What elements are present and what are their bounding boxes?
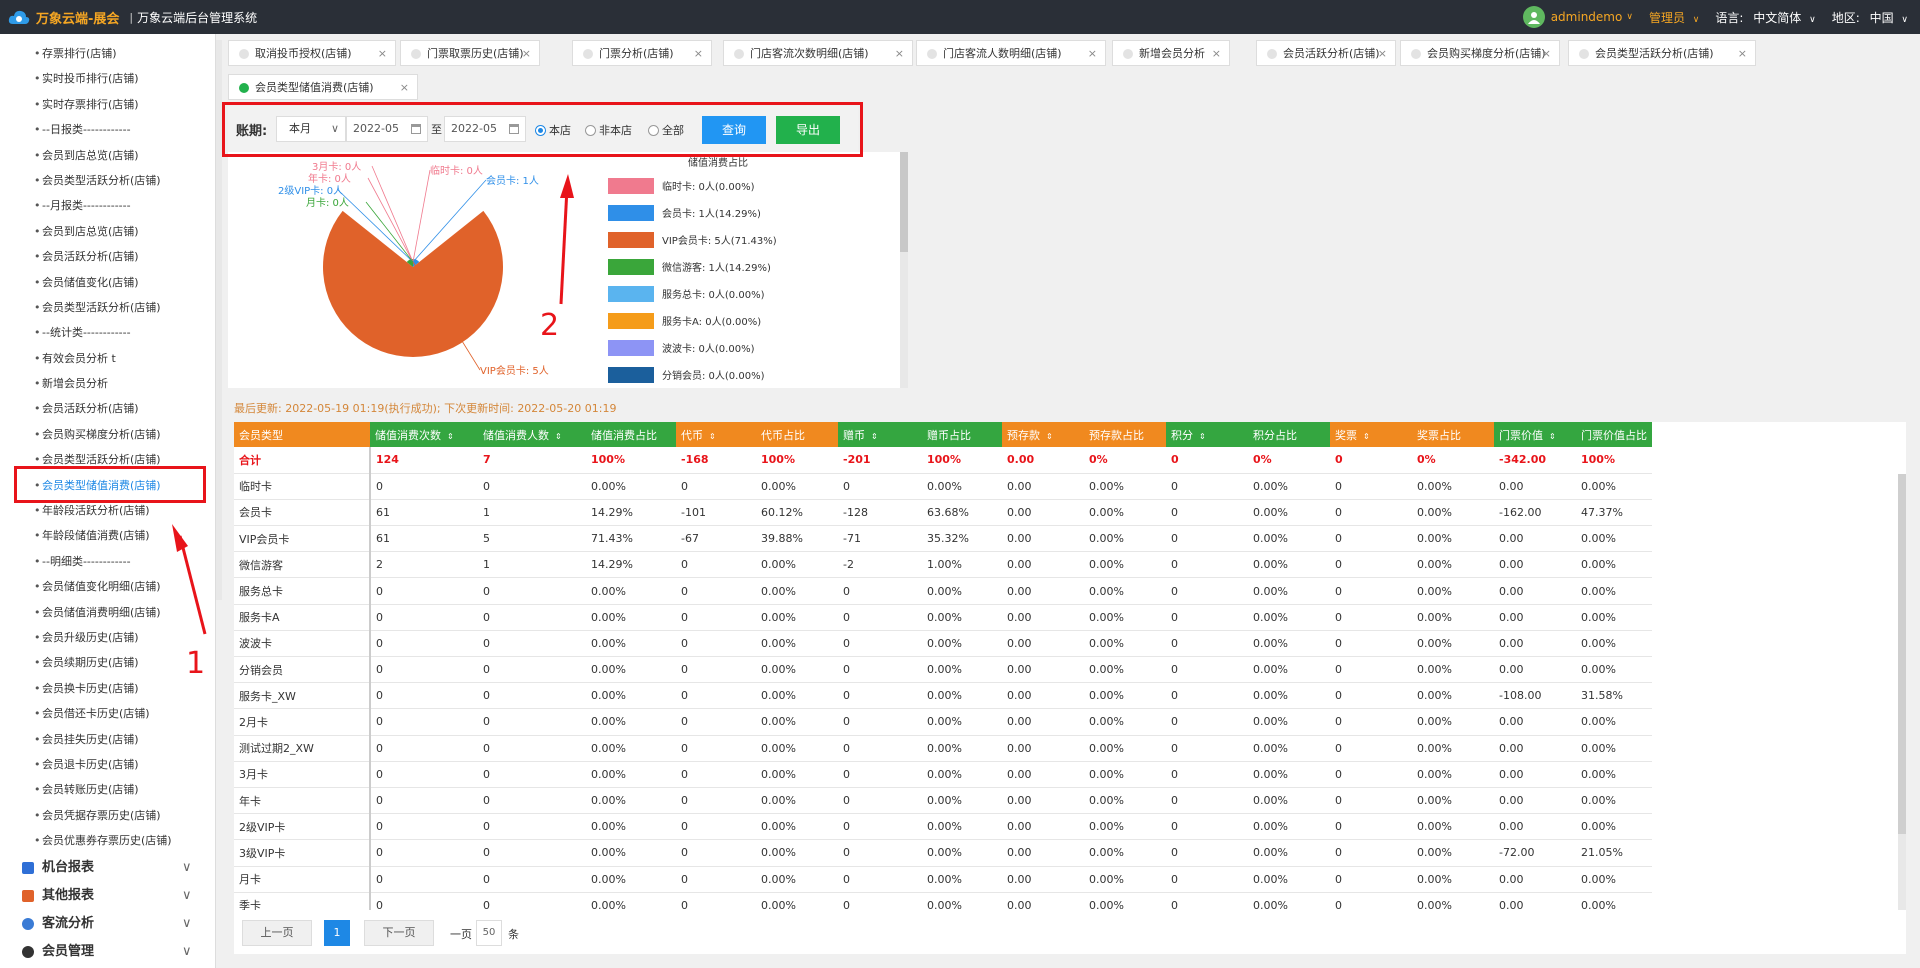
annotation-marker-2: 2 [540, 308, 560, 343]
annotation-arrow-2 [559, 187, 569, 305]
annotation-arrow-1 [178, 535, 207, 635]
annotation-arrows [172, 174, 574, 635]
annotation-arrow-1-head [172, 524, 188, 552]
annotation-marker-1: 1 [186, 646, 206, 681]
annotation-arrow-2-head [560, 174, 574, 198]
